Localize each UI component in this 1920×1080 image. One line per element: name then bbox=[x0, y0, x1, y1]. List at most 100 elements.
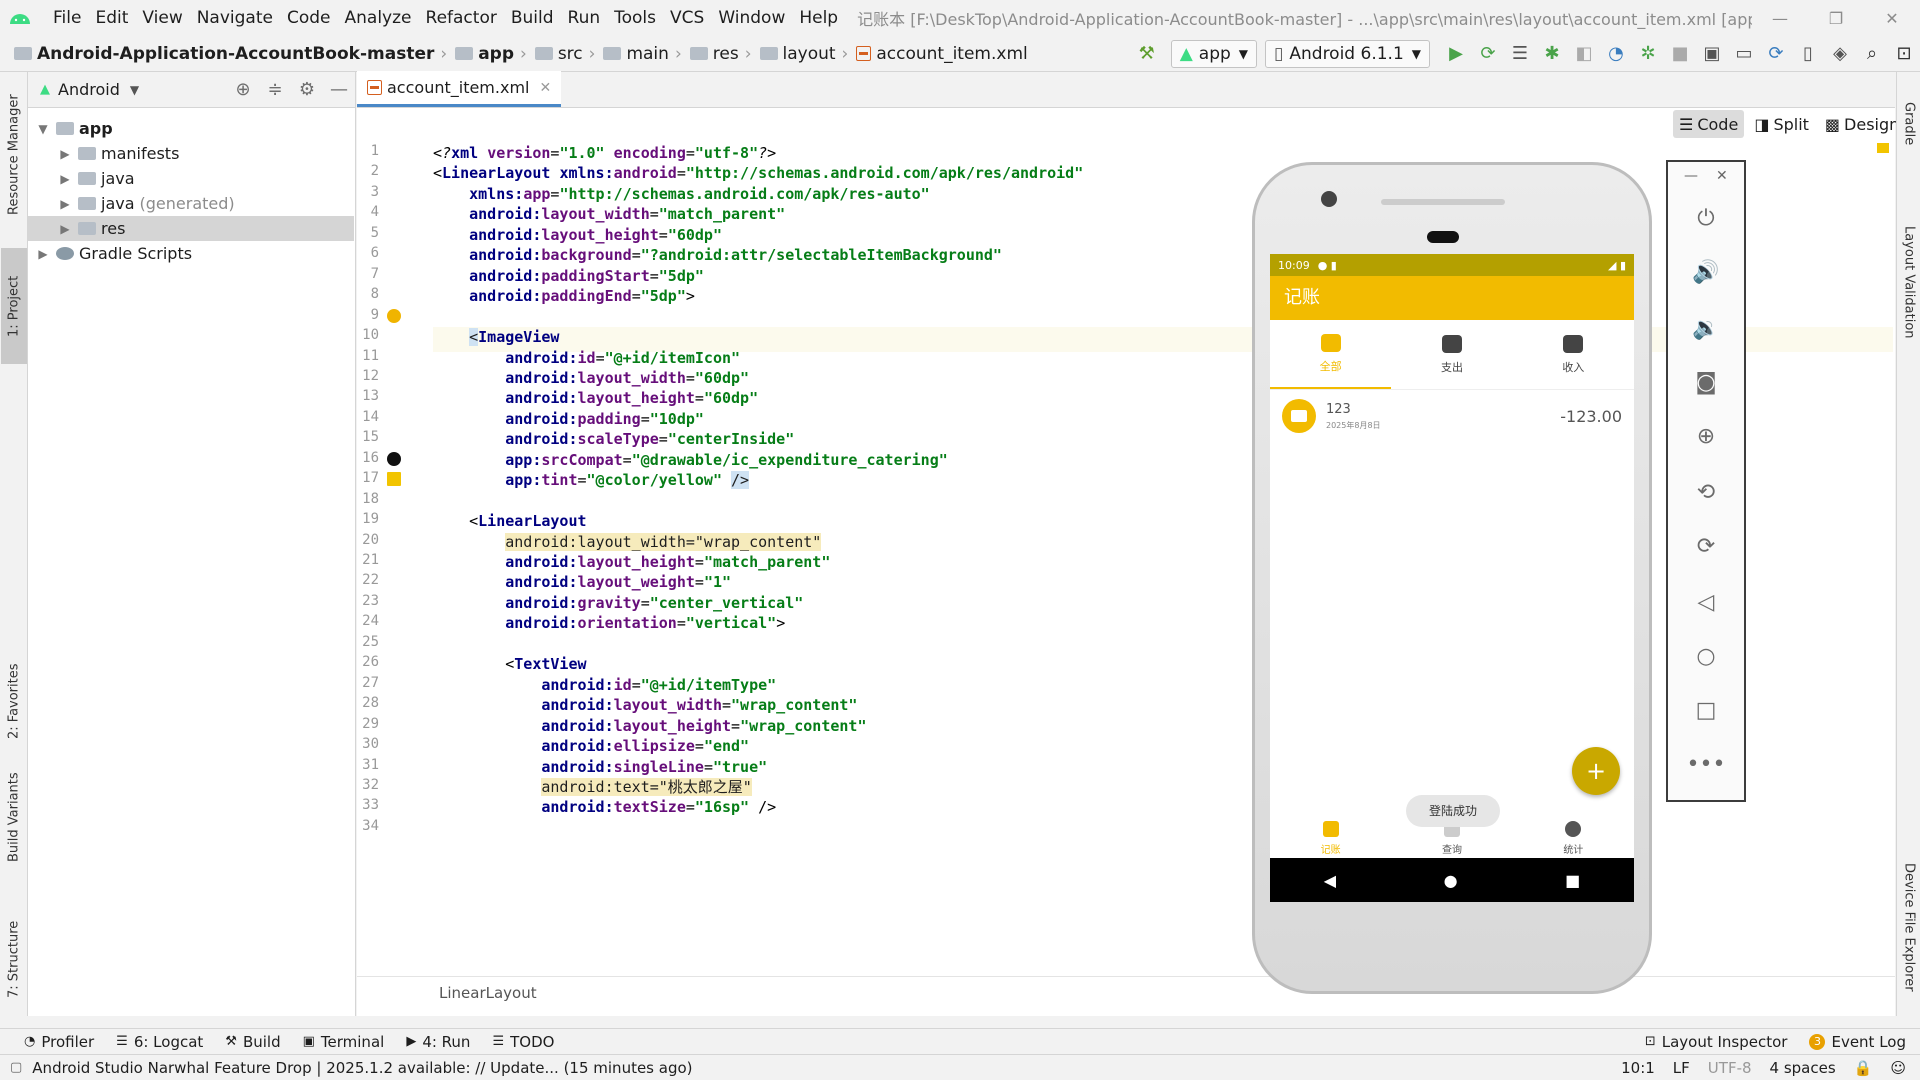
build-tool-button[interactable]: ⚒ Build bbox=[225, 1033, 280, 1051]
tree-item[interactable]: ▼ app bbox=[28, 116, 354, 141]
breadcrumb-item[interactable]: src › bbox=[531, 44, 600, 64]
app-tab-all[interactable]: 全部 bbox=[1270, 320, 1392, 389]
breadcrumb-item[interactable]: layout › bbox=[756, 44, 853, 64]
attach-debugger-icon[interactable]: ◧ bbox=[1568, 36, 1600, 72]
sdk-manager-icon[interactable]: ⟳ bbox=[1760, 36, 1792, 72]
apply-code-changes-icon[interactable]: ☰ bbox=[1504, 36, 1536, 72]
tab-favorites[interactable]: 2: Favorites bbox=[1, 646, 27, 756]
logcat-tool-button[interactable]: ☰ 6: Logcat bbox=[116, 1033, 203, 1051]
event-log-button[interactable]: 3 Event Log bbox=[1809, 1033, 1906, 1051]
close-tab-icon[interactable]: ✕ bbox=[539, 80, 551, 96]
menu-edit[interactable]: Edit bbox=[88, 0, 135, 36]
menu-refactor[interactable]: Refactor bbox=[419, 0, 504, 36]
run-config-select[interactable]: ▲ app ▼ bbox=[1170, 39, 1258, 68]
menu-run[interactable]: Run bbox=[561, 0, 608, 36]
back-nav-icon[interactable]: ◀ bbox=[1324, 871, 1336, 890]
collapsed-arrow-icon[interactable]: ▶ bbox=[56, 172, 74, 186]
device-manager-icon[interactable]: ▯ bbox=[1792, 36, 1824, 72]
menu-analyze[interactable]: Analyze bbox=[338, 0, 419, 36]
menu-view[interactable]: View bbox=[135, 0, 189, 36]
analysis-status-icon[interactable] bbox=[1877, 143, 1889, 153]
locate-file-icon[interactable]: ⊕ bbox=[227, 79, 259, 100]
rotate-right-icon[interactable]: ⟳ bbox=[1668, 534, 1744, 559]
collapsed-arrow-icon[interactable]: ▶ bbox=[56, 222, 74, 236]
toggle-tool-windows-icon[interactable]: ▢ bbox=[10, 1060, 22, 1075]
camera-icon[interactable]: ◙ bbox=[1668, 370, 1744, 395]
power-icon[interactable]: ⏻ bbox=[1668, 206, 1744, 231]
phone-screen[interactable]: 10:09 ● ▮ ◢ ▮ 记账 全部 支出 收入 123 2025年8月8日 … bbox=[1270, 254, 1634, 902]
project-structure-icon[interactable]: ◈ bbox=[1824, 36, 1856, 72]
app-tab-income[interactable]: 收入 bbox=[1513, 320, 1634, 389]
more-icon[interactable]: ••• bbox=[1668, 752, 1744, 777]
apply-changes-icon[interactable]: ⟳ bbox=[1472, 36, 1504, 72]
breadcrumb-item[interactable]: res › bbox=[686, 44, 756, 64]
lock-icon[interactable]: 🔒 bbox=[1854, 1059, 1873, 1077]
inspector-icon[interactable]: ☺ bbox=[1890, 1059, 1906, 1077]
tab-layout-validation[interactable]: Layout Validation bbox=[1899, 182, 1919, 382]
recents-nav-icon[interactable]: ■ bbox=[1565, 871, 1580, 890]
minimize-icon[interactable]: — bbox=[1752, 9, 1808, 28]
account-list-item[interactable]: 123 2025年8月8日 -123.00 bbox=[1270, 390, 1634, 442]
close-emulator-icon[interactable]: ✕ bbox=[1716, 168, 1728, 184]
tree-item[interactable]: ▶ java bbox=[28, 166, 354, 191]
sync-gradle-icon[interactable]: ▣ bbox=[1696, 36, 1728, 72]
tab-device-file-explorer[interactable]: Device File Explorer bbox=[1899, 852, 1919, 1002]
avd-manager-icon[interactable]: ▭ bbox=[1728, 36, 1760, 72]
split-mode-button[interactable]: ◨ Split bbox=[1748, 110, 1815, 138]
home-nav-icon[interactable]: ● bbox=[1444, 871, 1458, 890]
hide-panel-icon[interactable]: — bbox=[323, 79, 355, 100]
tab-resource-manager[interactable]: Resource Manager bbox=[1, 90, 27, 220]
expanded-arrow-icon[interactable]: ▼ bbox=[34, 122, 52, 136]
menu-vcs[interactable]: VCS bbox=[663, 0, 711, 36]
profiler-tool-button[interactable]: ◔ Profiler bbox=[24, 1033, 94, 1051]
stop-icon[interactable]: ■ bbox=[1664, 36, 1696, 72]
make-project-hammer-icon[interactable]: ⚒ bbox=[1131, 36, 1163, 72]
collapsed-arrow-icon[interactable]: ▶ bbox=[56, 147, 74, 161]
breadcrumb-item[interactable]: app › bbox=[451, 44, 531, 64]
gear-icon[interactable]: ⚙ bbox=[291, 79, 323, 100]
run-tool-button[interactable]: ▶ 4: Run bbox=[406, 1033, 470, 1051]
tab-project[interactable]: 1: Project bbox=[1, 248, 27, 364]
color-swatch-icon[interactable] bbox=[387, 472, 401, 487]
menu-file[interactable]: File bbox=[46, 0, 88, 36]
search-icon[interactable]: ⌕ bbox=[1856, 36, 1888, 72]
menu-build[interactable]: Build bbox=[504, 0, 561, 36]
collapsed-arrow-icon[interactable]: ▶ bbox=[34, 247, 52, 261]
close-window-icon[interactable]: ✕ bbox=[1864, 9, 1920, 28]
back-icon[interactable]: ◁ bbox=[1668, 590, 1744, 615]
line-separator[interactable]: LF bbox=[1673, 1059, 1690, 1077]
profile-icon[interactable]: ◔ bbox=[1600, 36, 1632, 72]
settings-sync-icon[interactable]: ⊡ bbox=[1888, 36, 1920, 72]
menu-help[interactable]: Help bbox=[792, 0, 845, 36]
breadcrumb-item[interactable]: main › bbox=[599, 44, 685, 64]
breadcrumb-item[interactable]: Android-Application-AccountBook-master › bbox=[10, 44, 451, 64]
editor-footer-breadcrumb[interactable]: LinearLayout bbox=[357, 976, 1895, 1008]
collapsed-arrow-icon[interactable]: ▶ bbox=[56, 197, 74, 211]
project-view-select[interactable]: Android bbox=[58, 80, 120, 99]
intention-bulb-icon[interactable] bbox=[387, 308, 401, 323]
status-message[interactable]: Android Studio Narwhal Feature Drop | 20… bbox=[32, 1059, 692, 1077]
minimize-emulator-icon[interactable]: — bbox=[1684, 168, 1698, 184]
rotate-left-icon[interactable]: ⟲ bbox=[1668, 480, 1744, 505]
file-encoding[interactable]: UTF-8 bbox=[1708, 1059, 1752, 1077]
layout-inspector-button[interactable]: ⊡ Layout Inspector bbox=[1645, 1033, 1788, 1051]
tab-gradle[interactable]: Gradle bbox=[1899, 86, 1919, 162]
tree-item[interactable]: ▶ Gradle Scripts bbox=[28, 241, 354, 266]
caret-position[interactable]: 10:1 bbox=[1621, 1059, 1655, 1077]
run-icon[interactable]: ▶ bbox=[1440, 36, 1472, 72]
home-icon[interactable]: ○ bbox=[1668, 644, 1744, 669]
volume-up-icon[interactable]: 🔊 bbox=[1668, 260, 1744, 285]
tab-account-item-xml[interactable]: account_item.xml ✕ bbox=[357, 71, 562, 107]
debug-icon[interactable]: ✱ bbox=[1536, 36, 1568, 72]
volume-down-icon[interactable]: 🔉 bbox=[1668, 316, 1744, 341]
app-tab-expense[interactable]: 支出 bbox=[1391, 320, 1512, 389]
run-tests-icon[interactable]: ✲ bbox=[1632, 36, 1664, 72]
chevron-down-icon[interactable]: ▼ bbox=[130, 83, 139, 97]
tree-item[interactable]: ▶ manifests bbox=[28, 141, 354, 166]
restore-icon[interactable]: ❐ bbox=[1808, 9, 1864, 28]
menu-window[interactable]: Window bbox=[711, 0, 792, 36]
indent-setting[interactable]: 4 spaces bbox=[1770, 1059, 1836, 1077]
menu-navigate[interactable]: Navigate bbox=[190, 0, 280, 36]
todo-tool-button[interactable]: ☰ TODO bbox=[492, 1033, 554, 1051]
overview-icon[interactable]: □ bbox=[1668, 698, 1744, 723]
